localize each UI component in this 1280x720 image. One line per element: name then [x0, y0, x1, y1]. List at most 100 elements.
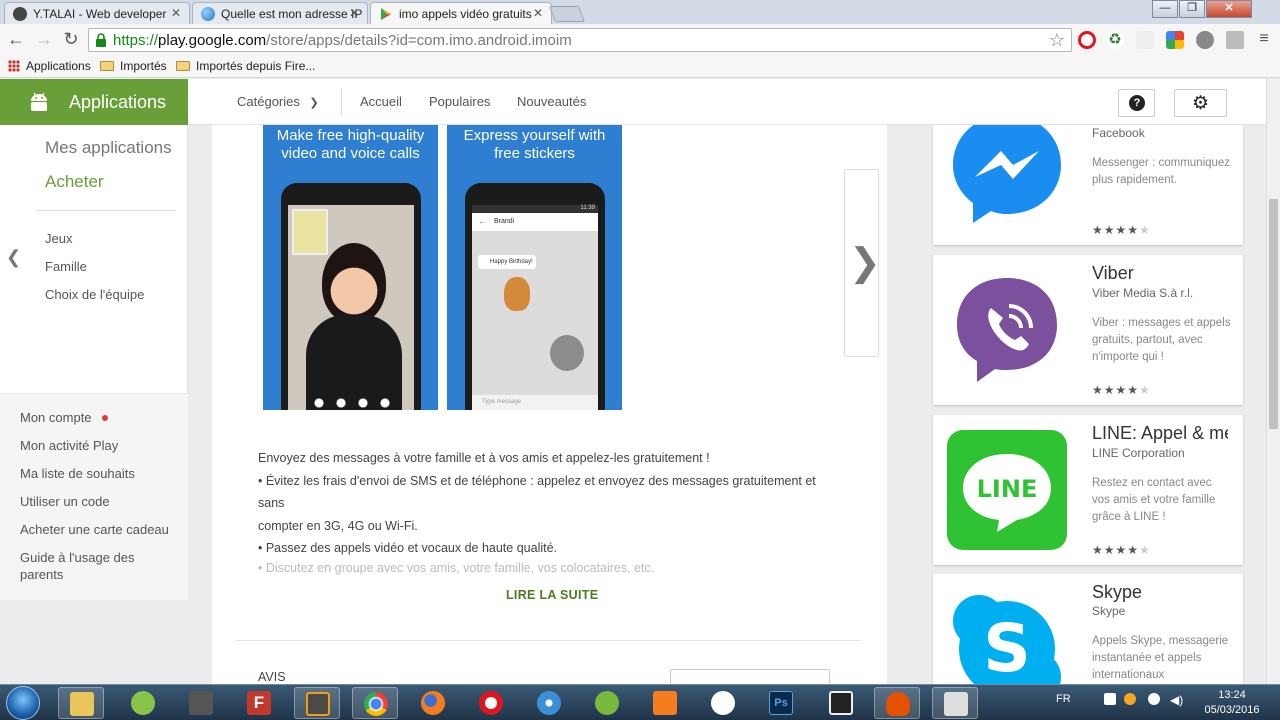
- taskbar-screen-capture[interactable]: [932, 687, 978, 719]
- categories-dropdown[interactable]: Catégories ❯: [237, 94, 319, 109]
- nav-top-link[interactable]: Populaires: [429, 94, 490, 109]
- taskbar-tools[interactable]: [178, 687, 224, 719]
- bookmark-imported-firefox[interactable]: Importés depuis Fire...: [176, 59, 315, 73]
- system-clock[interactable]: 13:24 05/03/2016: [1196, 688, 1268, 718]
- sidebar-item-my-apps[interactable]: Mes applications: [45, 138, 172, 158]
- screenshot-stickers[interactable]: Express yourself with free stickers 11:3…: [447, 125, 622, 410]
- back-icon[interactable]: ←: [6, 30, 26, 50]
- sidebar-item-family[interactable]: Famille: [45, 259, 87, 274]
- help-button[interactable]: ?: [1118, 89, 1155, 117]
- link-wishlist[interactable]: Ma liste de souhaits: [20, 465, 180, 482]
- scrollbar-thumb[interactable]: [1269, 199, 1278, 429]
- reload-icon[interactable]: ↻: [61, 30, 81, 50]
- opera-extension-icon[interactable]: [1078, 31, 1096, 49]
- link-label: Mon compte: [20, 410, 92, 425]
- extension-icon[interactable]: [1226, 31, 1244, 49]
- tab-ip[interactable]: Quelle est mon adresse IP ✕: [192, 2, 368, 24]
- taskbar-android-sdk[interactable]: [120, 687, 166, 719]
- taskbar-firefox[interactable]: [410, 687, 456, 719]
- folder-icon: [100, 61, 114, 71]
- forward-icon[interactable]: →: [34, 30, 54, 50]
- eyedropper-extension-icon[interactable]: [1136, 31, 1154, 49]
- taskbar-sublime[interactable]: [294, 687, 340, 719]
- address-bar[interactable]: https://play.google.com/store/apps/detai…: [88, 28, 1072, 52]
- taskbar-photoshop[interactable]: Ps: [758, 687, 804, 719]
- clock-time: 13:24: [1218, 689, 1246, 701]
- photoshop-icon: Ps: [769, 691, 793, 715]
- taskbar-recorder[interactable]: [874, 687, 920, 719]
- page-scrollbar[interactable]: [1266, 79, 1280, 684]
- restore-button[interactable]: ❐: [1179, 0, 1205, 18]
- bookmark-imported[interactable]: Importés: [100, 59, 167, 73]
- sidebar-item-editors-choice[interactable]: Choix de l'équipe: [45, 287, 144, 302]
- notification-icon[interactable]: [1124, 693, 1136, 705]
- applications-section-button[interactable]: Applications: [0, 79, 188, 125]
- language-indicator[interactable]: FR: [1056, 693, 1071, 705]
- nav-new-link[interactable]: Nouveautés: [517, 94, 586, 109]
- minimize-button[interactable]: —: [1152, 0, 1178, 18]
- nav-home-link[interactable]: Accueil: [360, 94, 402, 109]
- taskbar-safari[interactable]: [526, 687, 572, 719]
- sidebar-item-games[interactable]: Jeux: [45, 231, 72, 246]
- bookmark-applications[interactable]: Applications: [8, 59, 91, 73]
- app-developer: LINE Corporation: [1092, 446, 1185, 460]
- new-tab-button[interactable]: [549, 6, 585, 22]
- url-path: /store/apps/details?id=com.imo.android.i…: [266, 32, 572, 49]
- screenshot-video-call[interactable]: Make free high-quality video and voice c…: [263, 125, 438, 410]
- app-name: Viber: [1092, 263, 1134, 283]
- volume-icon[interactable]: ◀): [1170, 693, 1183, 707]
- settings-button[interactable]: ⚙: [1174, 89, 1227, 117]
- close-tab-icon[interactable]: ✕: [171, 6, 181, 20]
- bookmark-label: Applications: [26, 59, 91, 73]
- app-blurb: Viber : messages et appels gratuits, par…: [1092, 317, 1231, 363]
- smiley-icon: [711, 691, 735, 715]
- link-parent-guide[interactable]: Guide à l'usage des parents: [20, 549, 150, 583]
- apps-extension-icon[interactable]: [1166, 31, 1184, 49]
- settings-extension-icon[interactable]: [1196, 31, 1214, 49]
- browser-menu-icon[interactable]: ≡: [1254, 30, 1274, 50]
- taskbar-emoji[interactable]: [700, 687, 746, 719]
- tab-imo[interactable]: imo appels vidéo gratuits ✕: [370, 2, 552, 24]
- chevron-left-icon[interactable]: ❮: [6, 247, 21, 268]
- browser-toolbar: ← → ↻ https://play.google.com/store/apps…: [0, 24, 1280, 56]
- taskbar-explorer[interactable]: [58, 687, 104, 719]
- bookmark-star-icon[interactable]: ☆: [1049, 30, 1065, 51]
- sidebar-item-shop[interactable]: Acheter: [45, 172, 104, 192]
- similar-app-card-skype[interactable]: S Skype Skype Appels Skype, messagerie i…: [933, 574, 1243, 684]
- tab-ytalai[interactable]: Y.TALAI - Web developer ✕: [4, 2, 190, 24]
- similar-app-card-messenger[interactable]: Facebook Messenger : communiquez plus ra…: [933, 125, 1243, 245]
- link-redeem-code[interactable]: Utiliser un code: [20, 493, 180, 510]
- link-my-account[interactable]: Mon compte: [20, 409, 180, 426]
- power-icon[interactable]: [1148, 693, 1160, 705]
- recycle-extension-icon[interactable]: ♻: [1106, 31, 1124, 49]
- categories-label: Catégories: [237, 94, 300, 109]
- close-tab-icon[interactable]: ✕: [533, 6, 543, 20]
- status-bar: 11:39: [472, 205, 598, 213]
- similar-app-card-viber[interactable]: Viber Viber Media S.à r.l. Viber : messa…: [933, 255, 1243, 405]
- star-rating: ★★★★★: [1092, 383, 1151, 397]
- close-tab-icon[interactable]: ✕: [349, 6, 359, 20]
- read-more-link[interactable]: LIRE LA SUITE: [506, 588, 598, 602]
- taskbar-utorrent[interactable]: [584, 687, 630, 719]
- folder-icon: [176, 61, 190, 71]
- app-blurb: Messenger : communiquez plus rapidement.: [1092, 157, 1231, 186]
- tab-title: imo appels vidéo gratuits: [399, 7, 532, 21]
- taskbar-filezilla[interactable]: F: [236, 687, 282, 719]
- network-icon[interactable]: [1104, 693, 1116, 705]
- google-play-icon: [381, 8, 391, 20]
- link-play-activity[interactable]: Mon activité Play: [20, 437, 180, 454]
- similar-app-card-line[interactable]: LINE LINE: Appel & messages LINE Corpora…: [933, 415, 1243, 565]
- phone-frame: 11:39 ← Brandi Happy Birthday! Type mess…: [465, 183, 605, 410]
- start-button[interactable]: [6, 686, 40, 720]
- taskbar-opera[interactable]: [468, 687, 514, 719]
- taskbar-app[interactable]: [818, 687, 864, 719]
- write-review-button[interactable]: [670, 669, 830, 685]
- screenshot-caption: Express yourself with free stickers: [447, 125, 622, 163]
- person-body: [306, 315, 402, 410]
- taskbar-xampp[interactable]: [642, 687, 688, 719]
- link-gift-card[interactable]: Acheter une carte cadeau: [20, 521, 180, 538]
- close-window-button[interactable]: ✕: [1206, 0, 1252, 18]
- android-icon: [131, 691, 155, 715]
- taskbar-chrome[interactable]: [352, 687, 398, 719]
- next-screenshot-button[interactable]: ❯: [844, 169, 881, 357]
